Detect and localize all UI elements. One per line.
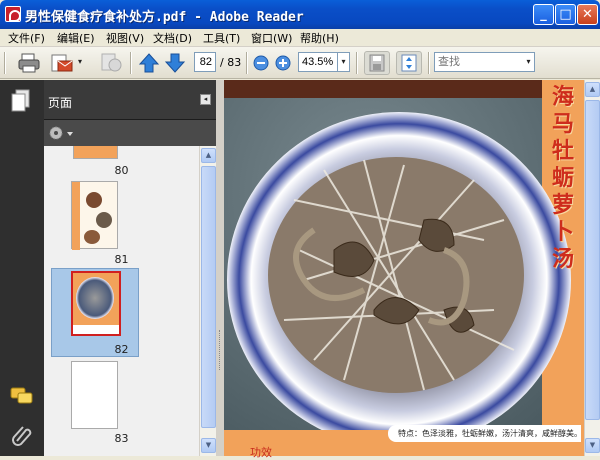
- fit-page-button[interactable]: [396, 51, 422, 75]
- document-view[interactable]: [224, 80, 584, 456]
- panel-splitter[interactable]: [216, 80, 224, 456]
- zoom-in-icon: [275, 55, 291, 71]
- minimize-button[interactable]: _: [533, 4, 554, 25]
- print-icon: [18, 53, 40, 73]
- email-icon: [51, 54, 73, 72]
- page-total: / 83: [220, 56, 242, 69]
- navigation-strip: [0, 80, 44, 456]
- email-dropdown-arrow[interactable]: ▾: [74, 53, 86, 71]
- collapse-panel-button[interactable]: ◂: [200, 94, 211, 105]
- bottom-text: 功效: [250, 446, 272, 459]
- thumbnail-label-82: 82: [114, 343, 129, 356]
- gear-icon: [49, 126, 73, 140]
- collaborate-button[interactable]: [98, 51, 124, 75]
- pages-panel-title: 页面: [48, 96, 73, 110]
- menu-help[interactable]: 帮助(H): [300, 30, 339, 46]
- fit-page-icon: [401, 54, 417, 72]
- thumbnail-label-80: 80: [114, 164, 129, 177]
- menu-document[interactable]: 文档(D): [153, 30, 192, 46]
- email-button[interactable]: [48, 51, 76, 75]
- save-button[interactable]: [364, 51, 390, 75]
- thumbnails-scroll-thumb[interactable]: [201, 166, 216, 428]
- recipe-title: 海马牡蛎萝卜汤: [551, 84, 574, 272]
- pages-icon: [11, 89, 30, 112]
- pages-panel-header: 页面 ◂: [44, 80, 216, 120]
- menu-view[interactable]: 视图(V): [106, 30, 144, 46]
- previous-page-button[interactable]: [138, 51, 160, 75]
- paperclip-icon: [12, 426, 32, 446]
- zoom-out-icon: [253, 55, 269, 71]
- comments-panel-button[interactable]: [10, 386, 34, 409]
- close-icon: ✕: [582, 7, 593, 22]
- pages-panel-button[interactable]: [10, 88, 32, 117]
- panel-options-bar: [44, 120, 216, 146]
- page-number-input[interactable]: [194, 52, 216, 72]
- page-thumbnails: 80 81 82 83: [44, 146, 199, 456]
- thumbnail-81[interactable]: [71, 181, 118, 250]
- recipe-caption: 特点：色泽淡雅，牡蛎鲜嫩，汤汁清爽，咸鲜醇美。: [388, 425, 581, 442]
- zoom-dropdown-arrow[interactable]: ▾: [338, 52, 350, 72]
- next-page-button[interactable]: [164, 51, 186, 75]
- options-menu-button[interactable]: [48, 124, 78, 142]
- toolbar-separator: [246, 52, 248, 74]
- menu-file[interactable]: 文件(F): [8, 30, 45, 46]
- zoom-in-button[interactable]: [274, 51, 292, 75]
- toolbar-separator: [130, 52, 132, 74]
- menu-window[interactable]: 窗口(W): [251, 30, 292, 46]
- scroll-up-arrow[interactable]: ▲: [201, 148, 216, 163]
- maximize-icon: □: [559, 7, 572, 22]
- adobe-reader-icon: [5, 6, 21, 22]
- maximize-button[interactable]: □: [555, 4, 576, 25]
- recipe-photo: [224, 80, 584, 456]
- thumbnail-label-83: 83: [114, 432, 129, 445]
- print-button[interactable]: [16, 51, 42, 75]
- window-title: 男性保健食疗食补处方.pdf - Adobe Reader: [25, 10, 304, 25]
- minimize-icon: _: [540, 7, 547, 22]
- thumbnail-83[interactable]: [71, 361, 118, 429]
- zoom-out-button[interactable]: [252, 51, 270, 75]
- thumbnails-scrollbar[interactable]: ▲ ▼: [199, 146, 216, 456]
- search-input[interactable]: [434, 52, 524, 72]
- thumbnail-label-81: 81: [114, 253, 129, 266]
- next-page-icon: [164, 53, 186, 73]
- save-icon: [369, 54, 385, 72]
- previous-page-icon: [138, 53, 160, 73]
- doc-scroll-thumb[interactable]: [585, 100, 600, 420]
- search-dropdown-arrow[interactable]: ▾: [523, 52, 535, 72]
- thumbnail-82-page: [71, 271, 121, 336]
- menu-edit[interactable]: 编辑(E): [57, 30, 95, 46]
- scroll-down-arrow[interactable]: ▼: [201, 438, 216, 453]
- menu-bar: 文件(F) 编辑(E) 视图(V) 文档(D) 工具(T) 窗口(W) 帮助(H…: [0, 29, 600, 47]
- menu-tools[interactable]: 工具(T): [203, 30, 240, 46]
- doc-scroll-down-arrow[interactable]: ▼: [585, 438, 600, 453]
- collaborate-icon: [101, 53, 122, 72]
- comments-icon: [10, 387, 33, 404]
- toolbar-separator: [356, 52, 358, 74]
- splitter-grip: [219, 330, 221, 370]
- attachments-panel-button[interactable]: [11, 424, 33, 449]
- document-scrollbar[interactable]: ▲ ▼: [584, 80, 600, 456]
- thumbnail-80[interactable]: [73, 146, 118, 159]
- toolbar-separator: [428, 52, 430, 74]
- toolbar-grip: [4, 52, 6, 74]
- close-button[interactable]: ✕: [577, 4, 598, 25]
- doc-scroll-up-arrow[interactable]: ▲: [585, 82, 600, 97]
- zoom-input[interactable]: [298, 52, 338, 72]
- title-bar: 男性保健食疗食补处方.pdf - Adobe Reader _ □ ✕: [0, 0, 600, 29]
- toolbar: ▾ / 83 ▾: [0, 47, 600, 79]
